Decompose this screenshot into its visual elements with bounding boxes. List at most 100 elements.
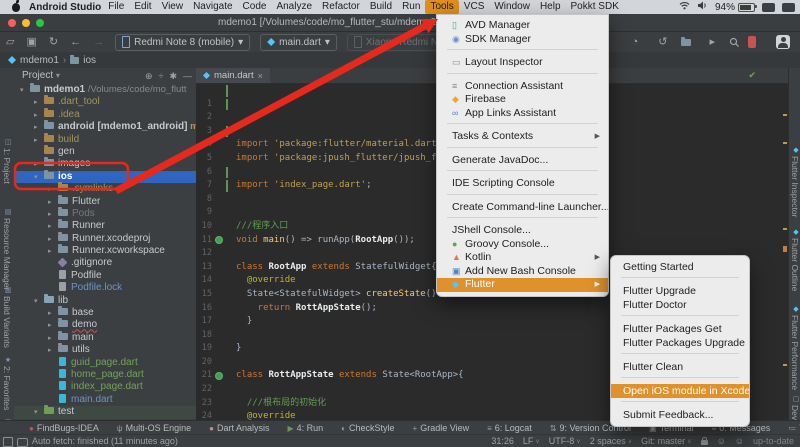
override-gutter-icon[interactable]	[215, 371, 223, 380]
menubar-item[interactable]: Code	[238, 0, 272, 14]
zoom-window-button[interactable]	[36, 19, 44, 27]
menubar-item[interactable]: Tools	[425, 0, 459, 14]
tree-row[interactable]: ▾ ios	[14, 169, 196, 184]
tool-window-button[interactable]: + Gradle View	[404, 423, 479, 433]
display-icon[interactable]	[762, 2, 775, 12]
menu-item[interactable]: JShell Console...	[437, 224, 608, 238]
menu-item[interactable]: Flutter Doctor	[611, 298, 749, 312]
menu-item[interactable]	[437, 194, 608, 201]
save-icon[interactable]: ▣	[20, 32, 42, 52]
tool-window-tab[interactable]: ◆ Flutter Performance	[790, 305, 800, 390]
apple-icon[interactable]	[12, 0, 20, 12]
minimize-window-button[interactable]	[22, 19, 30, 27]
search-icon[interactable]	[729, 37, 740, 48]
tree-row[interactable]: ▸ main	[14, 330, 196, 344]
panel-header-icon[interactable]: ÷	[159, 68, 164, 84]
tree-row[interactable]: ▾ mdemo1 /Volumes/code/mo_flutt	[14, 83, 196, 96]
menu-item[interactable]: Generate JavaDoc...	[437, 154, 608, 168]
toggle-tool-buttons-icon[interactable]	[3, 437, 13, 447]
menubar-item[interactable]: Refactor	[317, 0, 365, 14]
tree-row[interactable]: ▾ test	[14, 405, 196, 419]
battery-indicator[interactable]: 94%	[715, 2, 757, 13]
tool-window-tab[interactable]: ★ 2: Favorites	[2, 356, 12, 410]
run-config-selector[interactable]: main.dart ▾	[260, 33, 337, 51]
tool-window-tab[interactable]: ◆ Flutter Inspector	[790, 146, 800, 217]
menu-item[interactable]	[611, 353, 749, 360]
wifi-icon[interactable]	[679, 1, 690, 13]
open-icon[interactable]: ▱	[0, 32, 20, 52]
menu-item[interactable]: Submit Feedback...	[611, 408, 749, 422]
menu-item[interactable]	[611, 315, 749, 322]
project-panel-title[interactable]: Project	[22, 70, 53, 81]
menu-item[interactable]	[437, 217, 608, 224]
display-icon[interactable]	[782, 2, 795, 12]
menubar-item[interactable]: Navigate	[188, 0, 237, 14]
menu-item[interactable]: ◉ SDK Manager	[437, 33, 608, 47]
back-icon[interactable]: ←	[64, 32, 87, 52]
menu-item[interactable]: Flutter Clean	[611, 360, 749, 374]
menubar-item[interactable]: Run	[397, 0, 425, 14]
menu-item[interactable]: Flutter Packages Get	[611, 322, 749, 336]
menu-item[interactable]	[611, 377, 749, 384]
menu-item[interactable]: ◆ Firebase	[437, 93, 608, 107]
tree-row[interactable]: ▸ demo	[14, 318, 196, 331]
menu-item[interactable]: ▭ Layout Inspector	[437, 56, 608, 70]
tool-window-button[interactable]: ● FindBugs-IDEA	[20, 423, 108, 433]
tree-row[interactable]: ▸ .symlinks	[14, 182, 196, 195]
line-separator-widget[interactable]: LF ∨	[523, 436, 540, 446]
tree-row[interactable]: Podfile	[14, 269, 196, 282]
tree-row[interactable]: gen	[14, 144, 196, 158]
tree-row[interactable]: ▸ Flutter	[14, 194, 196, 208]
menu-item[interactable]	[437, 49, 608, 56]
override-gutter-icon[interactable]	[215, 236, 223, 245]
tree-row[interactable]: ▸ base	[14, 306, 196, 319]
tree-row[interactable]: ▸ .idea	[14, 107, 196, 121]
menu-item[interactable]	[437, 147, 608, 154]
feedback-face-icon[interactable]: ☺	[735, 436, 744, 446]
tree-row[interactable]: ▾ lib	[14, 293, 196, 307]
tree-row[interactable]: ▸ build	[14, 132, 196, 146]
tool-window-button[interactable]: ◐ CheckStyle	[332, 423, 403, 433]
menubar-item[interactable]: Help	[535, 0, 566, 14]
tree-row[interactable]: .gitignore	[14, 257, 196, 269]
menubar-item[interactable]: Build	[365, 0, 397, 14]
tool-window-button[interactable]: ≔ TODO	[779, 423, 800, 433]
menubar-item[interactable]: File	[103, 0, 129, 14]
menu-item[interactable]: Flutter Packages Upgrade	[611, 336, 749, 350]
menu-item[interactable]	[611, 401, 749, 408]
tree-row[interactable]: home_page.dart	[14, 368, 196, 381]
close-window-button[interactable]	[8, 19, 16, 27]
tree-row[interactable]: index_page.dart	[14, 381, 196, 393]
menu-item[interactable]: IDE Scripting Console	[437, 177, 608, 191]
forward-icon[interactable]: →	[87, 32, 110, 52]
run-anything-icon[interactable]: ▸	[703, 32, 721, 52]
caret-position[interactable]: 31:26	[491, 436, 514, 446]
menu-item[interactable]: ▣ Add New Bash Console	[437, 265, 608, 279]
tree-row[interactable]: ▸ images	[14, 157, 196, 170]
menu-item[interactable]: Create Command-line Launcher...	[437, 201, 608, 215]
menu-item[interactable]	[437, 123, 608, 130]
menu-item[interactable]: Tasks & Contexts ▶	[437, 130, 608, 144]
menu-item[interactable]	[611, 277, 749, 284]
editor-tab[interactable]: main.dart ×	[196, 68, 270, 83]
menubar-item[interactable]: View	[157, 0, 189, 14]
panel-header-icon[interactable]: ⊕	[145, 68, 153, 84]
tree-expand-icon[interactable]: ▾	[34, 407, 44, 419]
menu-item[interactable]: ▲ Kotlin ▶	[437, 251, 608, 265]
tree-row[interactable]: ▸ Runner.xcworkspace	[14, 244, 196, 257]
tool-window-tab[interactable]: ▤ Resource Manager	[2, 208, 12, 290]
menu-item[interactable]	[437, 73, 608, 80]
menu-item[interactable]: Open iOS module in Xcode	[611, 384, 749, 398]
tool-window-button[interactable]: ψ Multi-OS Engine	[108, 423, 200, 433]
tree-row[interactable]: ▸ Runner.xcodeproj	[14, 231, 196, 245]
encoding-widget[interactable]: UTF-8 ∨	[549, 436, 581, 446]
tool-window-tab[interactable]: ◆ Flutter Outline	[790, 228, 800, 291]
menu-item[interactable]: ● Groovy Console...	[437, 238, 608, 252]
folder-icon[interactable]	[681, 36, 692, 46]
git-branch-widget[interactable]: Git: master ∨	[641, 436, 691, 446]
device-selector[interactable]: Redmi Note 8 (mobile) ▾	[115, 33, 251, 51]
menu-item[interactable]: Getting Started	[611, 260, 749, 274]
feedback-face-icon[interactable]: ☺	[717, 436, 726, 446]
tree-row[interactable]: Podfile.lock	[14, 282, 196, 294]
menubar-item[interactable]: VCS	[459, 0, 490, 14]
